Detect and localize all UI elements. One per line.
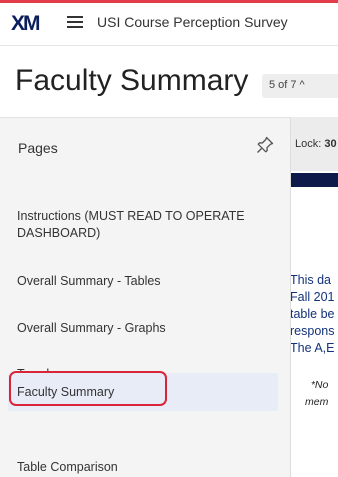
lock-bar: Lock: 30 <box>291 117 338 171</box>
intro-line: This da <box>290 273 331 287</box>
lock-label: Lock: <box>295 138 322 150</box>
pin-icon[interactable] <box>255 135 275 155</box>
intro-line: table be <box>290 307 335 321</box>
sidebar-item-instructions[interactable]: Instructions (MUST READ TO OPERATE DASHB… <box>17 208 272 242</box>
accent-stripe <box>0 0 338 3</box>
intro-line: Fall 201 <box>290 290 335 304</box>
pager-text: 5 of 7 <box>269 79 297 91</box>
note-line: *No <box>310 379 329 391</box>
note-text: *No mem <box>305 377 328 411</box>
note-line: mem <box>305 396 329 408</box>
dashboard-content: Lock: 30 This da Fall 201 table be respo… <box>290 117 338 477</box>
xm-logo[interactable]: XM <box>11 12 40 36</box>
sidebar-item-faculty-summary[interactable]: Faculty Summary <box>8 373 278 411</box>
navy-banner <box>291 173 338 187</box>
sidebar-item-table-comparison[interactable]: Table Comparison <box>17 459 272 476</box>
intro-text: This da Fall 201 table be respons The A,… <box>290 272 335 357</box>
intro-line: respons <box>290 324 335 338</box>
page-title: Faculty Summary <box>15 64 249 97</box>
chevron-up-icon: ^ <box>299 79 305 91</box>
top-bar: XM USI Course Perception Survey <box>0 0 338 46</box>
pages-sidebar: Pages Instructions (MUST READ TO OPERATE… <box>0 117 290 477</box>
page-pager-button[interactable]: 5 of 7 ^ <box>262 74 338 98</box>
survey-title[interactable]: USI Course Perception Survey <box>97 14 288 30</box>
intro-line: The A,E <box>290 341 335 355</box>
lock-value: 30 <box>324 138 337 150</box>
hamburger-menu-icon[interactable] <box>67 16 83 29</box>
sidebar-item-overall-summary-tables[interactable]: Overall Summary - Tables <box>17 273 272 290</box>
sidebar-item-overall-summary-graphs[interactable]: Overall Summary - Graphs <box>17 320 272 337</box>
sidebar-title: Pages <box>18 140 58 156</box>
